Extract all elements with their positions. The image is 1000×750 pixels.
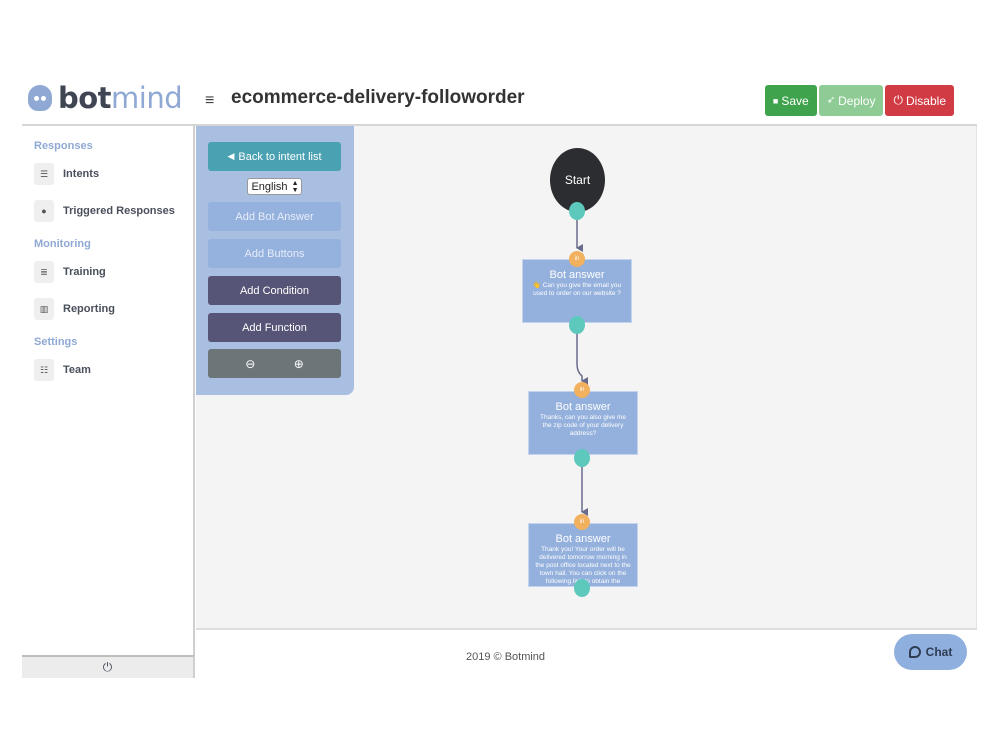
node-title: Bot answer — [549, 269, 605, 281]
sidebar-item-label: Reporting — [63, 303, 115, 315]
chat-label: Chat — [925, 645, 953, 659]
add-condition-button[interactable]: Add Condition — [208, 276, 341, 305]
speech-bubble-icon — [908, 646, 921, 658]
chat-button[interactable]: Chat — [894, 634, 967, 670]
node-title: Bot answer — [555, 533, 611, 545]
sidebar-item-label: Training — [63, 266, 106, 278]
bot-answer-node[interactable]: Bot answer Thank you! Your order will be… — [528, 523, 638, 587]
power-icon: ⏻ — [102, 660, 113, 674]
save-label: Save — [781, 93, 809, 108]
chevron-left-circle-icon: ◀ — [227, 151, 235, 161]
sidebar-item-label: Team — [63, 364, 91, 376]
botmind-logo[interactable]: botmind — [28, 81, 183, 115]
robot-logo-icon — [28, 85, 52, 111]
logo-text-bot: bot — [58, 81, 112, 115]
rocket-icon: ➶ — [826, 95, 836, 106]
tool-panel: ◀ Back to intent list English ▲▼ Add Bot… — [196, 126, 354, 395]
node-message: Thanks, can you also give me the zip cod… — [540, 414, 626, 437]
header-actions: ■ Save ➶ Deploy ⏻ Disable — [764, 85, 954, 116]
language-value: English — [251, 180, 288, 193]
add-buttons-button[interactable]: Add Buttons — [208, 239, 341, 268]
node-output-port[interactable] — [574, 449, 590, 467]
sidebar-item-training[interactable]: ≣ Training — [22, 259, 193, 285]
sidebar-section-responses: Responses — [34, 140, 93, 152]
top-header: botmind ≡ ecommerce-delivery-followorder… — [22, 78, 977, 126]
bot-answer-node[interactable]: Bot answer Thanks, can you also give me … — [528, 391, 638, 455]
node-input-port[interactable]: in — [569, 251, 585, 267]
back-to-intent-list-button[interactable]: ◀ Back to intent list — [208, 142, 341, 171]
list-icon: ☰ — [34, 163, 54, 185]
circle-dot-icon: ● — [34, 200, 54, 222]
bar-chart-icon: ▥ — [34, 298, 54, 320]
zoom-out-icon[interactable]: ⊖ — [245, 357, 255, 371]
deploy-label: Deploy — [838, 93, 876, 108]
database-icon: ≣ — [34, 261, 54, 283]
sidebar-item-label: Intents — [63, 168, 100, 180]
logo-text: botmind — [58, 81, 183, 115]
copyright-text: 2019 © Botmind — [466, 651, 546, 663]
sidebar-section-settings: Settings — [34, 336, 78, 348]
power-icon: ⏻ — [893, 93, 903, 107]
add-bot-answer-button[interactable]: Add Bot Answer — [208, 202, 341, 231]
floppy-disk-icon: ■ — [772, 95, 779, 106]
node-output-port[interactable] — [569, 316, 585, 334]
node-input-port[interactable]: in — [574, 514, 590, 530]
sidebar-item-triggered-responses[interactable]: ● Triggered Responses — [22, 198, 193, 224]
node-title: Bot answer — [555, 401, 611, 413]
users-icon: ☷ — [34, 359, 54, 381]
deploy-button[interactable]: ➶ Deploy — [818, 85, 884, 116]
disable-label: Disable — [905, 93, 946, 108]
hamburger-menu-icon[interactable]: ≡ — [205, 92, 214, 110]
add-function-button[interactable]: Add Function — [208, 313, 341, 342]
sidebar-item-team[interactable]: ☷ Team — [22, 357, 193, 383]
node-output-port[interactable] — [574, 579, 590, 597]
sidebar-item-reporting[interactable]: ▥ Reporting — [22, 296, 193, 322]
canvas-divider — [196, 628, 977, 630]
zoom-controls: ⊖ ⊕ — [208, 349, 341, 378]
disable-button[interactable]: ⏻ Disable — [885, 85, 954, 116]
sidebar-item-label: Triggered Responses — [63, 205, 175, 217]
sidebar-item-intents[interactable]: ☰ Intents — [22, 161, 193, 187]
zoom-in-icon[interactable]: ⊕ — [294, 357, 304, 371]
node-input-port[interactable]: in — [574, 382, 590, 398]
start-output-port[interactable] — [569, 202, 585, 220]
language-select[interactable]: English ▲▼ — [247, 178, 302, 195]
logout-button[interactable]: ⏻ — [22, 655, 195, 678]
select-arrows-icon: ▲▼ — [291, 179, 299, 194]
logo-text-mind: mind — [111, 81, 183, 115]
node-message: 👋 Can you give the email you used to ord… — [532, 282, 622, 297]
bot-answer-node[interactable]: Bot answer 👋 Can you give the email you … — [522, 259, 632, 323]
sidebar: Responses ☰ Intents ● Triggered Response… — [22, 126, 195, 655]
back-label: Back to intent list — [238, 150, 322, 163]
page-title: ecommerce-delivery-followorder — [231, 87, 525, 108]
save-button[interactable]: ■ Save — [764, 85, 817, 116]
sidebar-section-monitoring: Monitoring — [34, 238, 91, 250]
